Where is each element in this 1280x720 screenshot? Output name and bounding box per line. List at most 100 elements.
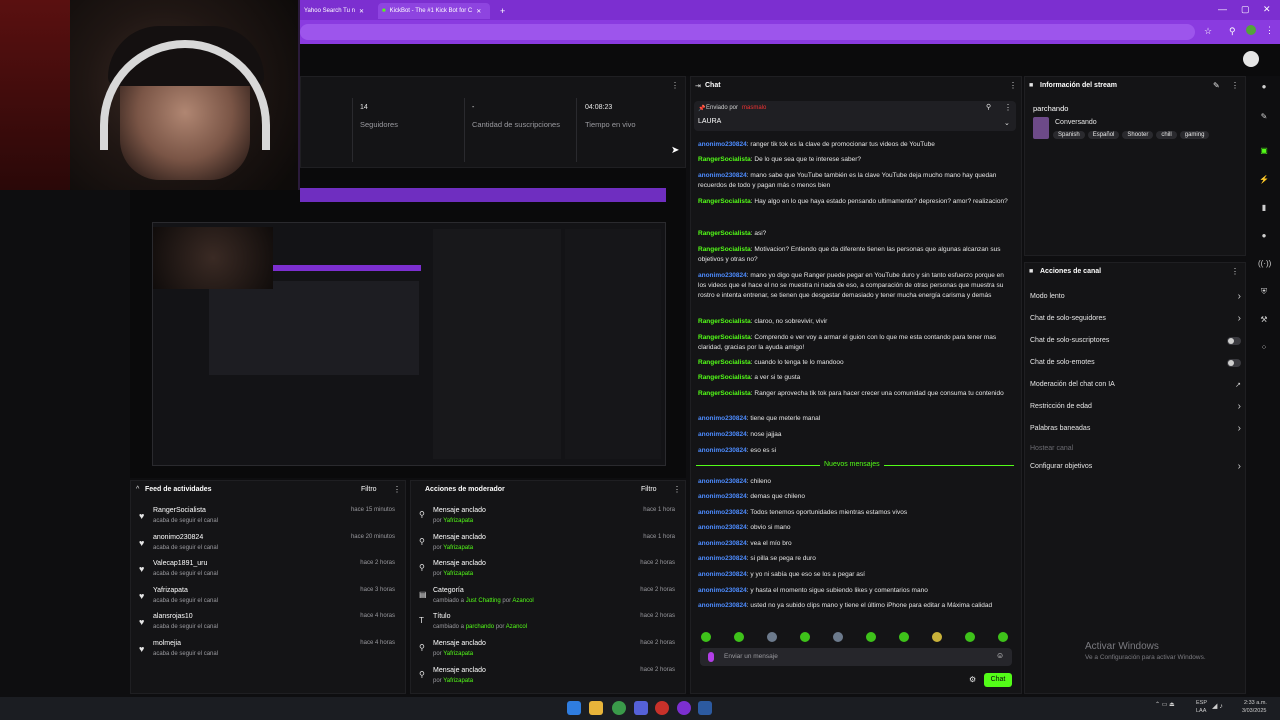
mod-action-item[interactable]: ⚲ Mensaje anclado por Yafrizapata hace 1 ho… (411, 507, 681, 534)
mod-action-user[interactable]: Yafrizapata (443, 545, 473, 551)
chat-username[interactable]: anonimo230824 (698, 415, 747, 422)
chat-message[interactable]: anonimo230824: nose jajjaa (698, 430, 1008, 440)
chevron-right-icon[interactable]: › (1238, 423, 1241, 434)
chat-username[interactable]: anonimo230824 (698, 431, 747, 438)
mod-action-item[interactable]: ⚲ Mensaje anclado por Yafrizapata hace 2 ho… (411, 667, 681, 694)
feed-item[interactable]: ♥ RangerSocialista acaba de seguir el cana… (131, 507, 401, 534)
chevron-right-icon[interactable]: › (1238, 313, 1241, 324)
mod-action-user[interactable]: Yafrizapata (443, 518, 473, 524)
panel-menu-icon[interactable]: ⋮ (671, 81, 679, 90)
toggle-switch[interactable] (1227, 337, 1241, 345)
close-icon[interactable]: ✕ (476, 8, 481, 15)
chat-username[interactable]: anonimo230824 (698, 172, 747, 179)
filter-button[interactable]: Filtro (641, 486, 657, 493)
chevron-right-icon[interactable]: › (1238, 401, 1241, 412)
emote-icon[interactable] (833, 632, 843, 642)
chevron-right-icon[interactable]: › (1238, 461, 1241, 472)
network-volume-icons[interactable]: ◢ ♪ (1212, 702, 1223, 710)
channel-action-item[interactable]: Restricción de edad › (1030, 401, 1245, 417)
chat-username[interactable]: RangerSocialista (698, 390, 751, 397)
chat-username[interactable]: RangerSocialista (698, 246, 751, 253)
broadcast-icon[interactable]: ((·)) (1258, 259, 1271, 271)
channel-action-item[interactable]: Chat de solo-seguidores › (1030, 313, 1245, 329)
maximize-icon[interactable]: ▢ (1241, 4, 1250, 15)
chat-message[interactable]: anonimo230824: mano sabe que YouTube tam… (698, 171, 1008, 191)
chevron-down-icon[interactable]: ⌄ (1004, 119, 1010, 127)
mod-action-user[interactable]: Azancol (506, 624, 527, 630)
chat-username[interactable]: anonimo230824 (698, 447, 747, 454)
chat-username[interactable]: anonimo230824 (698, 571, 747, 578)
edit-icon[interactable]: ✎ (1213, 81, 1220, 90)
chat-message[interactable]: anonimo230824: y hasta el momento sigue … (698, 586, 1008, 596)
extension-icon[interactable]: ⚲ (1229, 26, 1236, 37)
browser-tab[interactable]: Yahoo Search Tu n ✕ (300, 3, 372, 19)
gear-icon[interactable]: ⚙ (969, 675, 976, 684)
mod-action-item[interactable]: ▤ Categoría cambiado a Just Chatting por A… (411, 587, 681, 614)
bolt-icon[interactable]: ⚡ (1258, 175, 1270, 187)
mod-action-item[interactable]: ⚲ Mensaje anclado por Yafrizapata hace 1 ho… (411, 534, 681, 561)
mod-action-item[interactable]: T Título cambiado a parchando por Azancol h… (411, 613, 681, 640)
mod-action-item[interactable]: ⚲ Mensaje anclado por Yafrizapata hace 2 ho… (411, 640, 681, 667)
emote-icon[interactable] (767, 632, 777, 642)
stream-tag[interactable]: Español (1087, 131, 1120, 139)
chat-username[interactable]: anonimo230824 (698, 587, 747, 594)
feed-item[interactable]: ♥ Valecap1891_uru acaba de seguir el canal… (131, 560, 401, 587)
chat-message[interactable]: anonimo230824: chileno (698, 477, 1008, 487)
chat-username[interactable]: anonimo230824 (698, 478, 747, 485)
emote-icon[interactable] (701, 632, 711, 642)
chat-message[interactable]: RangerSocialista: cuando lo tenga te lo … (698, 358, 1008, 368)
toggle-switch[interactable] (1227, 359, 1241, 367)
chat-username[interactable]: anonimo230824 (698, 141, 747, 148)
stream-tag[interactable]: chill (1156, 131, 1177, 139)
lang-indicator[interactable]: ESP (1196, 700, 1207, 706)
wrench-icon[interactable]: ⚒ (1258, 315, 1270, 327)
stream-tag[interactable]: Shooter (1122, 131, 1154, 139)
discord-icon[interactable] (634, 701, 648, 715)
chat-username[interactable]: anonimo230824 (698, 509, 747, 516)
panel-menu-icon[interactable]: ⋮ (393, 485, 401, 494)
panel-menu-icon[interactable]: ⋮ (1004, 103, 1012, 112)
feed-item[interactable]: ♥ molmejia acaba de seguir el canal hace 4 … (131, 640, 401, 667)
steam-icon[interactable] (698, 701, 712, 715)
chat-message[interactable]: anonimo230824: demas que chileno (698, 492, 1008, 502)
chat-username[interactable]: anonimo230824 (698, 272, 747, 279)
close-icon[interactable]: ✕ (359, 8, 364, 15)
minimize-icon[interactable]: — (1218, 4, 1227, 14)
panel-menu-icon[interactable]: ⋮ (1009, 81, 1017, 90)
send-chat-button[interactable]: Chat (984, 673, 1012, 687)
chat-message[interactable]: RangerSocialista: asi? (698, 229, 1008, 239)
chat-message[interactable]: RangerSocialista: Motivacion? Entiendo q… (698, 245, 1008, 265)
chat-message[interactable]: anonimo230824: tiene que meterle manal (698, 414, 1008, 424)
file-explorer-icon[interactable] (589, 701, 603, 715)
info-icon[interactable]: ● (1258, 82, 1270, 94)
panel-menu-icon[interactable]: ⋮ (1231, 267, 1239, 276)
chat-message[interactable]: anonimo230824: ranger tik tok es la clav… (698, 140, 1008, 150)
app-icon[interactable] (655, 701, 669, 715)
channel-action-item[interactable]: Moderación del chat con IA ↗ (1030, 381, 1245, 395)
chrome-icon[interactable] (612, 701, 626, 715)
emote-icon[interactable] (932, 632, 942, 642)
chat-bubble-icon[interactable]: ● (1258, 231, 1270, 243)
channel-action-item[interactable]: Modo lento › (1030, 291, 1245, 307)
chat-username[interactable]: anonimo230824 (698, 540, 747, 547)
pinned-message[interactable]: 📌 Enviado por masmalo LAURA ⚲ ⋮ ⌄ (694, 101, 1016, 131)
chat-input[interactable]: Enviar un mensaje ☺ (700, 648, 1012, 666)
feed-item[interactable]: ♥ anonimo230824 acaba de seguir el canal ha… (131, 534, 401, 561)
mod-action-user[interactable]: parchando (466, 624, 494, 630)
chat-collapse-icon[interactable]: ⇥ (695, 82, 701, 90)
panel-menu-icon[interactable]: ⋮ (1231, 81, 1239, 90)
new-tab-button[interactable]: + (496, 3, 510, 19)
chat-username[interactable]: RangerSocialista (698, 374, 751, 381)
chat-username[interactable]: RangerSocialista (698, 230, 751, 237)
edit-icon[interactable]: ✎ (1258, 112, 1270, 124)
chevron-right-icon[interactable]: › (1238, 291, 1241, 302)
chat-message[interactable]: RangerSocialista: Ranger aprovecha tik t… (698, 389, 1008, 399)
grid-icon[interactable]: ⁘ (1258, 343, 1270, 355)
chat-message[interactable]: RangerSocialista: Hay algo en lo que hay… (698, 197, 1008, 207)
mod-action-user[interactable]: Just Chatting (466, 598, 501, 604)
chat-message[interactable]: anonimo230824: si pilla se pega re duro (698, 554, 1008, 564)
emote-icon[interactable] (800, 632, 810, 642)
external-link-icon[interactable]: ↗ (1235, 381, 1241, 389)
clock-time[interactable]: 2:33 a.m. (1244, 700, 1267, 706)
channel-action-item[interactable]: Chat de solo-suscriptores (1030, 337, 1245, 351)
